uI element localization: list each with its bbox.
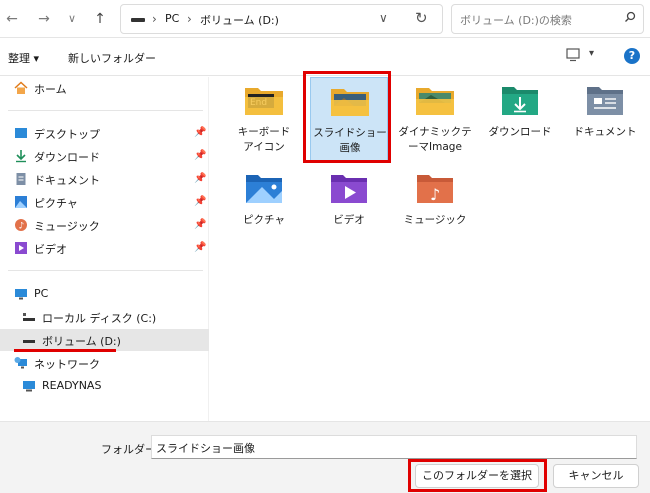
help-button[interactable]: ? [624,48,640,64]
sidebar-item-label: ローカル ディスク (C:) [42,312,157,325]
cancel-button[interactable]: キャンセル [553,464,639,488]
music-folder-icon: ♪ [417,175,453,204]
sidebar-item-label: READYNAS [42,379,102,392]
new-folder-button[interactable]: 新しいフォルダー [68,50,156,66]
highlight-underline [14,349,116,352]
item-name: ダイナミックテ ーマImage [398,126,472,153]
pin-icon: 📌 [194,150,207,161]
item-name: ミュージック [403,214,467,226]
breadcrumb-separator-icon: › [187,12,192,26]
folder-item[interactable]: ドキュメント [566,77,644,161]
folder-landscape-icon [416,88,454,115]
sidebar-item-label: ドキュメント [34,174,100,187]
sidebar-item-label: デスクトップ [34,128,100,141]
pin-icon: 📌 [194,219,207,230]
documents-folder-icon [587,87,623,115]
search-placeholder: ボリューム (D:)の検索 [460,14,572,27]
folder-item[interactable]: ピクチャ [225,165,303,249]
sidebar-item-music[interactable]: ♪ ミュージック 📌 [0,214,209,236]
refresh-icon[interactable]: ↻ [415,9,428,27]
sidebar-item-label: ネットワーク [34,358,100,371]
pin-icon: 📌 [194,196,207,207]
folder-item[interactable]: End キーボードアイコン [225,77,303,161]
network-icon [14,357,27,369]
sidebar-divider [8,270,203,271]
music-icon: ♪ [15,219,27,232]
highlight-box [303,71,391,163]
document-icon [16,173,26,185]
sidebar-item-pictures[interactable]: ピクチャ 📌 [0,191,209,213]
breadcrumb-volume-d[interactable]: ボリューム (D:) [200,12,279,28]
computer-icon [23,381,35,392]
view-dropdown-icon[interactable]: ▾ [589,48,594,59]
sidebar-item-drive-d[interactable]: ボリューム (D:) [0,329,209,351]
sidebar-item-label: ミュージック [34,220,100,233]
sidebar-item-label: PC [34,287,49,300]
recent-locations-button[interactable]: ∨ [62,9,82,29]
drive-icon [23,313,35,321]
desktop-icon [15,128,27,138]
sidebar-item-label: ビデオ [34,243,67,256]
pin-icon: 📌 [194,127,207,138]
breadcrumb-pc[interactable]: PC [165,12,179,25]
navigation-pane: ホーム デスクトップ 📌 ダウンロード 📌 ドキュメント 📌 ピクチャ 📌 ♪ … [0,77,209,421]
breadcrumb-separator-icon: › [152,12,157,26]
sidebar-item-label: ダウンロード [34,151,100,164]
sidebar-item-pc[interactable]: PC [0,283,209,305]
pictures-icon [15,196,27,208]
item-name: ドキュメント [573,126,637,138]
up-button[interactable]: ↑ [90,9,110,29]
folder-item[interactable]: ♪ ミュージック [396,165,474,249]
forward-button[interactable]: → [34,9,54,29]
videos-folder-icon [331,175,367,203]
back-button[interactable]: ← [2,9,22,29]
view-mode-icon[interactable] [565,48,581,62]
address-bar-row: ← → ∨ ↑ › PC › ボリューム (D:) ∨ ↻ ボリューム (D:)… [0,0,650,38]
svg-text:♪: ♪ [19,222,25,232]
sidebar-item-readynas[interactable]: READYNAS [0,375,209,397]
item-name: ビデオ [333,214,365,226]
item-name: キーボード アイコン [237,126,291,153]
sidebar-item-downloads[interactable]: ダウンロード 📌 [0,145,209,167]
dialog-footer: フォルダー: スライドショー画像 このフォルダーを選択 キャンセル [0,421,650,493]
item-name: ピクチャ [243,214,285,226]
folder-keyboard-icon: End [245,88,283,115]
sidebar-item-drive-c[interactable]: ローカル ディスク (C:) [0,306,209,328]
sidebar-item-label: ピクチャ [34,197,78,210]
sidebar-item-videos[interactable]: ビデオ 📌 [0,237,209,259]
folder-item[interactable]: ビデオ [310,165,388,249]
sidebar-item-label: ボリューム (D:) [42,335,121,348]
address-dropdown-icon[interactable]: ∨ [379,11,388,25]
folder-item[interactable]: ダイナミックテ ーマImage [396,77,474,161]
folder-view: End キーボードアイコン スライドショー画像 ダイナミックテーマImage [210,77,650,421]
sidebar-item-desktop[interactable]: デスクトップ 📌 [0,122,209,144]
pc-icon [15,289,27,300]
drive-icon [23,340,35,343]
organize-button[interactable]: 整理 ▾ [8,50,39,66]
sidebar-item-documents[interactable]: ドキュメント 📌 [0,168,209,190]
search-icon [625,11,636,22]
video-icon [15,242,27,254]
sidebar-divider [8,110,203,111]
address-field[interactable]: › PC › ボリューム (D:) ∨ ↻ [120,4,443,34]
sidebar-item-home[interactable]: ホーム [0,77,209,99]
svg-text:♪: ♪ [430,185,440,204]
pin-icon: 📌 [194,242,207,253]
pin-icon: 📌 [194,173,207,184]
sidebar-item-network[interactable]: ネットワーク [0,352,209,374]
pictures-folder-icon [246,175,282,203]
download-icon [16,150,26,163]
downloads-folder-icon [502,87,538,115]
home-icon [14,81,28,94]
search-box[interactable]: ボリューム (D:)の検索 [451,4,644,34]
highlight-box [408,459,547,492]
folder-name-input[interactable]: スライドショー画像 [151,435,637,459]
sidebar-item-label: ホーム [34,83,67,96]
folder-item[interactable]: ダウンロード [481,77,559,161]
item-name: ダウンロード [488,126,552,138]
drive-icon [131,18,145,22]
